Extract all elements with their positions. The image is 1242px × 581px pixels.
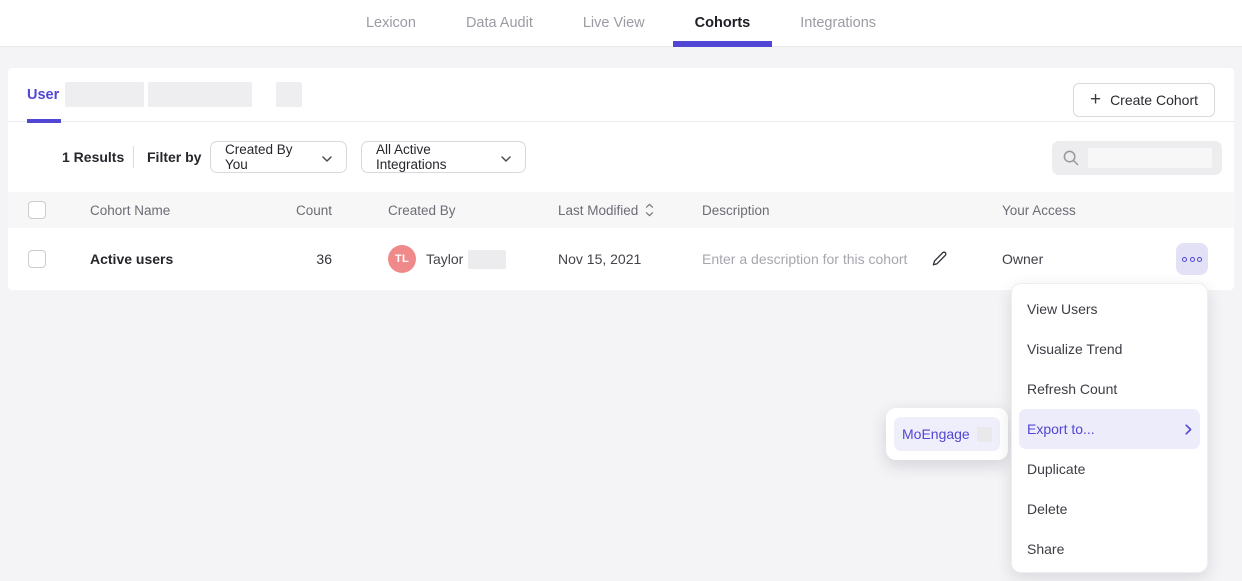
row-more-actions-button[interactable]: [1176, 243, 1208, 275]
menu-item-view-users[interactable]: View Users: [1012, 289, 1207, 329]
description-placeholder[interactable]: Enter a description for this cohort: [702, 251, 907, 267]
header-created-by: Created By: [388, 192, 456, 228]
cohort-count: 36: [316, 251, 332, 267]
plus-icon: +: [1090, 90, 1101, 109]
nav-item-lexicon[interactable]: Lexicon: [344, 0, 438, 46]
header-last-modified-label: Last Modified: [558, 203, 638, 218]
redacted-tab: [148, 82, 252, 107]
nav-item-data-audit[interactable]: Data Audit: [444, 0, 555, 46]
nav-item-cohorts[interactable]: Cohorts: [673, 0, 773, 46]
creator-name: Taylor: [426, 251, 463, 267]
avatar: TL: [388, 245, 416, 273]
nav-item-live-view[interactable]: Live View: [561, 0, 667, 46]
redacted-tab: [65, 82, 144, 107]
select-all-checkbox[interactable]: [28, 201, 46, 219]
table-row: Active users 36 TL Taylor Nov 15, 2021 E…: [8, 228, 1234, 290]
menu-item-delete[interactable]: Delete: [1012, 489, 1207, 529]
chevron-right-icon: [1185, 424, 1192, 435]
created-by-dropdown[interactable]: Created By You: [210, 141, 347, 173]
row-context-menu: View Users Visualize Trend Refresh Count…: [1011, 283, 1208, 573]
edit-description-pencil-icon[interactable]: [930, 249, 949, 271]
dot-icon: [1197, 257, 1202, 262]
access-level: Owner: [1002, 251, 1043, 267]
cohort-name-link[interactable]: Active users: [90, 251, 173, 267]
menu-item-export-to-label: Export to...: [1027, 421, 1095, 437]
redacted-search-text: [1088, 148, 1212, 168]
chevron-down-icon: [501, 150, 511, 165]
redacted-tab: [276, 82, 302, 107]
redacted-text: [977, 427, 992, 442]
dot-icon: [1190, 257, 1195, 262]
last-modified-date: Nov 15, 2021: [558, 251, 641, 267]
row-checkbox[interactable]: [28, 250, 46, 268]
header-last-modified[interactable]: Last Modified: [558, 192, 654, 228]
dot-icon: [1182, 257, 1187, 262]
cohort-type-tabbar: User + Create Cohort: [8, 68, 1234, 122]
filter-bar: 1 Results Filter by Created By You All A…: [8, 122, 1234, 192]
menu-item-refresh-count[interactable]: Refresh Count: [1012, 369, 1207, 409]
header-description: Description: [702, 192, 770, 228]
submenu-item-moengage[interactable]: MoEngage: [894, 417, 1000, 451]
create-cohort-label: Create Cohort: [1110, 92, 1198, 108]
header-cohort-name: Cohort Name: [90, 192, 170, 228]
create-cohort-button[interactable]: + Create Cohort: [1073, 83, 1215, 117]
submenu-item-moengage-label: MoEngage: [902, 426, 970, 442]
search-input[interactable]: [1052, 141, 1222, 175]
integrations-dropdown[interactable]: All Active Integrations: [361, 141, 526, 173]
header-count: Count: [288, 192, 332, 228]
cohorts-panel: User + Create Cohort 1 Results Filter by…: [8, 68, 1234, 290]
table-header-row: Cohort Name Count Created By Last Modifi…: [8, 192, 1234, 228]
filter-by-label: Filter by: [147, 122, 201, 192]
header-your-access: Your Access: [1002, 192, 1076, 228]
results-count: 1 Results: [62, 122, 124, 192]
export-submenu: MoEngage: [886, 408, 1008, 460]
menu-item-share[interactable]: Share: [1012, 529, 1207, 569]
menu-item-export-to[interactable]: Export to...: [1019, 409, 1200, 449]
chevron-down-icon: [322, 150, 332, 165]
top-nav: Lexicon Data Audit Live View Cohorts Int…: [0, 0, 1242, 47]
tab-user[interactable]: User: [27, 68, 59, 122]
integrations-dropdown-value: All Active Integrations: [376, 142, 491, 172]
menu-item-visualize-trend[interactable]: Visualize Trend: [1012, 329, 1207, 369]
menu-item-duplicate[interactable]: Duplicate: [1012, 449, 1207, 489]
created-by-dropdown-value: Created By You: [225, 142, 312, 172]
search-icon: [1062, 149, 1080, 167]
divider: [133, 146, 134, 168]
sort-icon[interactable]: [645, 203, 654, 217]
redacted-creator-surname: [468, 250, 506, 269]
nav-item-integrations[interactable]: Integrations: [778, 0, 898, 46]
